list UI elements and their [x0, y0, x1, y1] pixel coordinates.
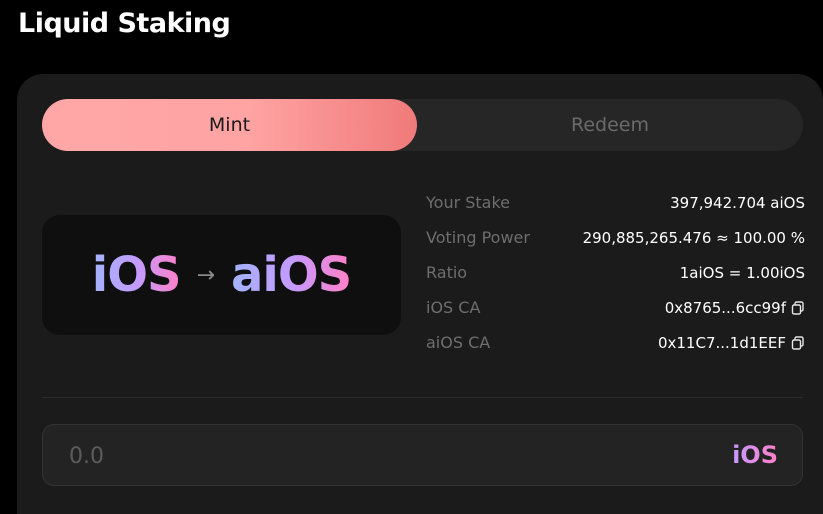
mode-tabs: Mint Redeem — [42, 99, 803, 151]
stat-your-stake: Your Stake 397,942.704 aiOS — [426, 185, 805, 220]
stat-value: 397,942.704 aiOS — [670, 194, 805, 212]
arrow-right-icon: → — [196, 262, 216, 288]
stat-value-text: 397,942.704 aiOS — [670, 193, 805, 212]
tab-mint[interactable]: Mint — [42, 99, 417, 151]
stat-aios-ca: aiOS CA 0x11C7...1d1EEF — [426, 325, 805, 360]
amount-input[interactable] — [67, 425, 631, 487]
stat-value: 0x8765...6cc99f — [665, 299, 805, 317]
stat-value: 0x11C7...1d1EEF — [658, 334, 805, 352]
stat-value: 290,885,265.476 ≈ 100.00 % — [583, 229, 805, 247]
logo-from-token: iOS — [91, 247, 182, 303]
stat-ratio: Ratio 1aiOS = 1.00iOS — [426, 255, 805, 290]
stat-label: aiOS CA — [426, 333, 491, 352]
amount-field: iOS — [42, 424, 803, 487]
copy-icon[interactable] — [791, 335, 805, 350]
stat-voting-power: Voting Power 290,885,265.476 ≈ 100.00 % — [426, 220, 805, 255]
stat-value-text: 1aiOS = 1.00iOS — [679, 263, 805, 282]
staking-card: Mint Redeem iOS → aiOS Your Stake 397,94… — [17, 74, 823, 514]
stat-ios-ca: iOS CA 0x8765...6cc99f — [426, 290, 805, 325]
stat-value: 1aiOS = 1.00iOS — [680, 264, 805, 282]
stat-label: Ratio — [426, 263, 468, 282]
tab-redeem[interactable]: Redeem — [417, 99, 803, 151]
stat-label: iOS CA — [426, 298, 481, 317]
divider — [42, 397, 803, 398]
stake-stats: Your Stake 397,942.704 aiOS Voting Power… — [426, 185, 805, 360]
logo-to-token: aiOS — [231, 247, 352, 303]
contract-address-ios: 0x8765...6cc99f — [664, 298, 786, 317]
page-title: Liquid Staking — [18, 8, 231, 39]
copy-icon[interactable] — [791, 300, 805, 315]
token-conversion-logo: iOS → aiOS — [42, 215, 401, 335]
stat-value-text: 290,885,265.476 ≈ 100.00 % — [582, 228, 805, 247]
stat-label: Voting Power — [426, 228, 530, 247]
stat-label: Your Stake — [426, 193, 511, 212]
amount-token-label: iOS — [732, 425, 778, 485]
contract-address-aios: 0x11C7...1d1EEF — [657, 333, 786, 352]
